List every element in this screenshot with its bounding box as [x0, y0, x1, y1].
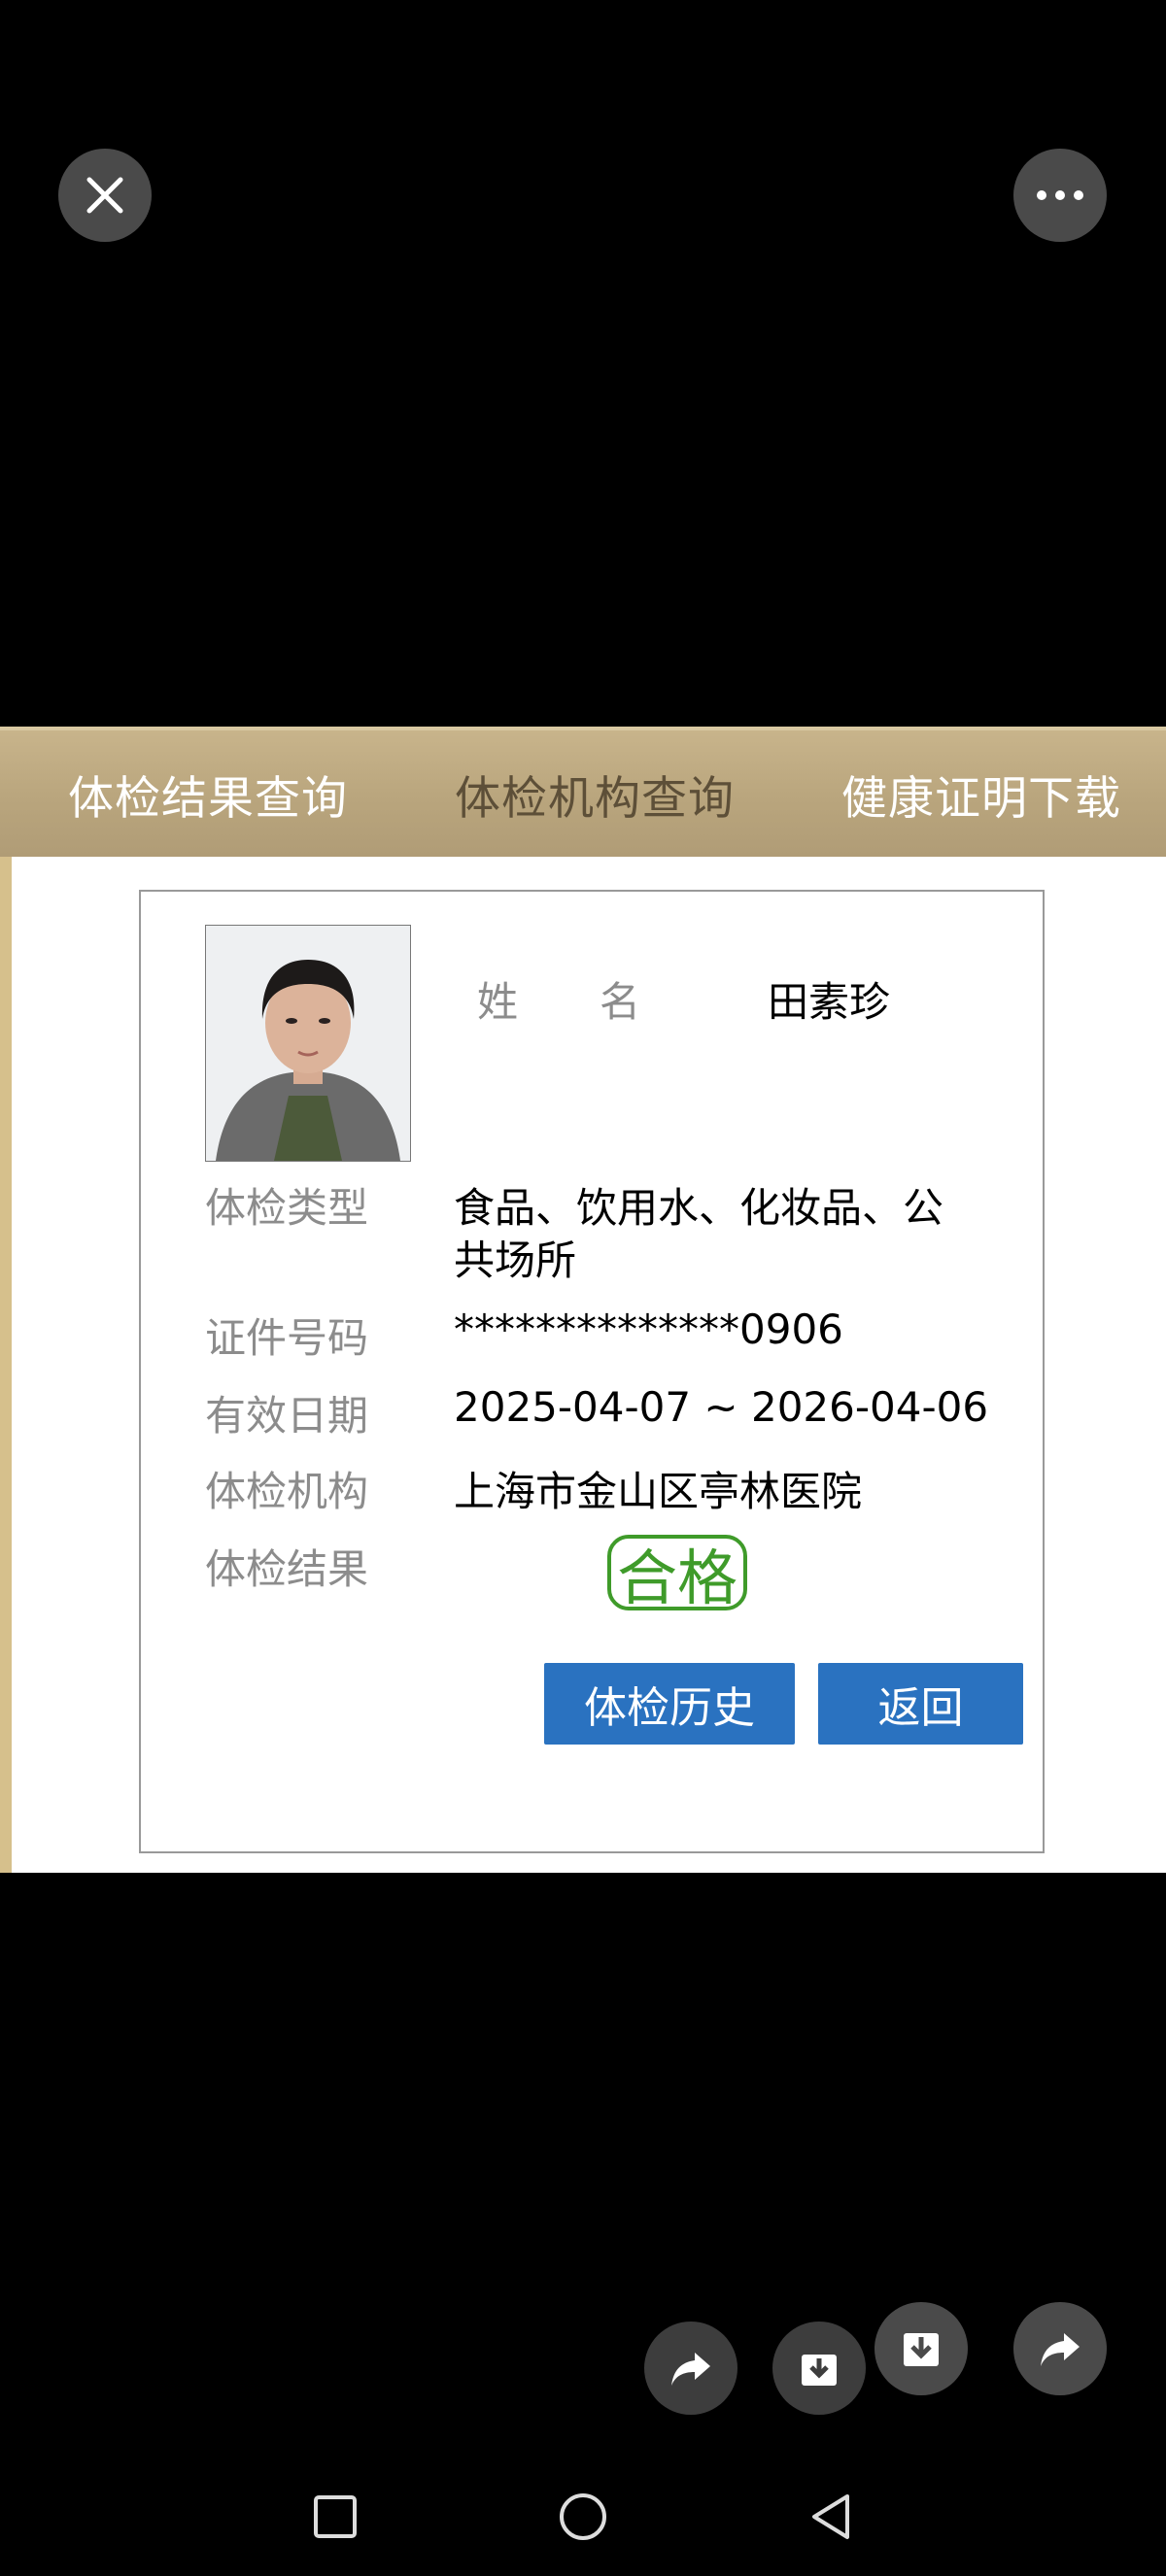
tab-health-certificate-download[interactable]: 健康证明下载 [841, 730, 1121, 857]
id-number-label: 证件号码 [205, 1314, 369, 1362]
exam-type-value-line1: 食品、饮用水、化妆品、公 [454, 1184, 944, 1232]
back-nav-button[interactable] [792, 2457, 870, 2576]
recent-apps-button[interactable] [296, 2457, 374, 2576]
institution-value: 上海市金山区亭林医院 [454, 1468, 863, 1515]
exam-history-button[interactable]: 体检历史 [544, 1663, 795, 1745]
back-icon [812, 2494, 849, 2539]
tab-exam-institution-query[interactable]: 体检机构查询 [455, 730, 735, 857]
tab-bar: 体检结果查询 体检机构查询 健康证明下载 [0, 727, 1166, 857]
home-icon [560, 2493, 606, 2540]
system-navigation-bar [0, 2457, 1166, 2576]
back-button[interactable]: 返回 [818, 1663, 1023, 1745]
health-certificate-card: 姓 名 田素珍 体检类型 食品、饮用水、化妆品、公 共场所 证件号码 *****… [139, 890, 1045, 1853]
recent-apps-icon [314, 2495, 357, 2538]
more-dots-icon [1037, 190, 1083, 200]
close-button[interactable] [58, 149, 152, 242]
left-border-strip [0, 727, 12, 1873]
tab-exam-result-query[interactable]: 体检结果查询 [68, 730, 348, 857]
exam-type-value-line2: 共场所 [454, 1237, 577, 1284]
forward-icon [1041, 2333, 1080, 2366]
download-icon [802, 2355, 837, 2386]
exam-type-label: 体检类型 [205, 1184, 369, 1232]
validity-value: 2025-04-07 ~ 2026-04-06 [454, 1383, 989, 1431]
validity-label: 有效日期 [205, 1392, 369, 1440]
share-icon [671, 2353, 710, 2386]
save-button[interactable] [874, 2302, 968, 2395]
share-button[interactable] [644, 2322, 737, 2415]
close-icon [86, 177, 123, 214]
institution-label: 体检机构 [205, 1468, 369, 1515]
home-button[interactable] [544, 2457, 622, 2576]
person-photo [205, 925, 411, 1162]
name-label: 姓 名 [477, 978, 641, 1026]
exam-result-label: 体检结果 [205, 1545, 369, 1593]
save-icon [904, 2333, 939, 2366]
pass-status-badge: 合格 [607, 1535, 747, 1613]
forward-button[interactable] [1013, 2302, 1107, 2395]
certificate-screenshot: 体检结果查询 体检机构查询 健康证明下载 姓 名 田素珍 体检类型 食品、饮用水… [0, 727, 1166, 1873]
portrait-image [206, 926, 410, 1161]
download-button[interactable] [772, 2322, 866, 2415]
more-options-button[interactable] [1013, 149, 1107, 242]
name-value: 田素珍 [768, 978, 891, 1026]
id-number-value: **************0906 [454, 1305, 843, 1353]
